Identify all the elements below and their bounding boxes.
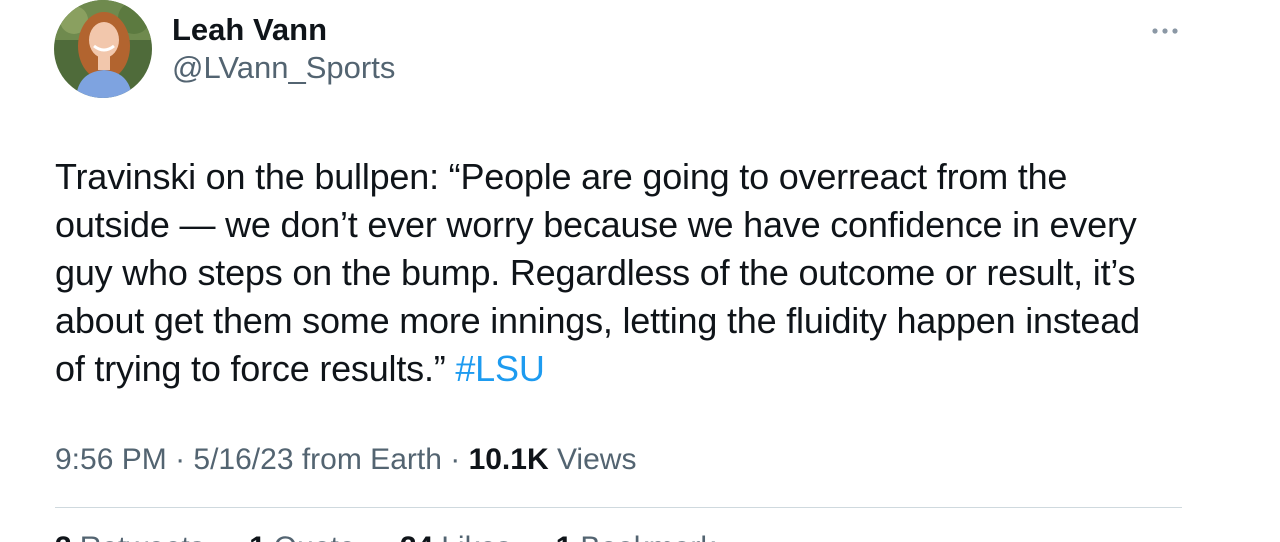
engagement-stats: 3 Retweets 1 Quote 24 Likes 1 Bookmark xyxy=(55,528,751,542)
tweet-text: Travinski on the bullpen: “People are go… xyxy=(55,153,1185,393)
tweet-metadata: 9:56 PM · 5/16/23 from Earth · 10.1K Vie… xyxy=(55,443,637,476)
views-label: Views xyxy=(556,443,637,476)
retweets-label: Retweets xyxy=(80,531,205,542)
tweet-text-line: Travinski on the bullpen: “People are go… xyxy=(55,156,1068,197)
quotes-label: Quote xyxy=(274,531,356,542)
avatar[interactable] xyxy=(54,0,152,98)
tweet: Leah Vann @LVann_Sports Travinski on the… xyxy=(0,0,1280,542)
tweet-text-line: of trying to force results.” xyxy=(55,348,446,389)
tweet-text-line: guy who steps on the bump. Regardless of… xyxy=(55,252,1136,293)
quotes-count: 1 xyxy=(249,531,266,542)
hashtag-link[interactable]: #LSU xyxy=(455,348,544,389)
author-display-name[interactable]: Leah Vann xyxy=(172,10,327,50)
bookmarks-count: 1 xyxy=(556,531,573,542)
views-count: 10.1K xyxy=(468,443,549,476)
likes-count: 24 xyxy=(400,531,433,542)
tweet-time[interactable]: 9:56 PM xyxy=(55,443,167,476)
likes-label: Likes xyxy=(441,531,511,542)
quotes-stat[interactable]: 1 Quote xyxy=(249,531,373,542)
tweet-text-line: outside — we don’t ever worry because we… xyxy=(55,204,1137,245)
likes-stat[interactable]: 24 Likes xyxy=(400,531,529,542)
author-handle[interactable]: @LVann_Sports xyxy=(172,48,395,88)
bookmarks-label: Bookmark xyxy=(580,531,715,542)
tweet-date[interactable]: 5/16/23 xyxy=(193,443,293,476)
retweets-stat[interactable]: 3 Retweets xyxy=(55,531,223,542)
tweet-source: from Earth xyxy=(301,443,442,476)
more-horizontal-icon xyxy=(1152,28,1178,34)
divider xyxy=(55,507,1182,508)
tweet-text-line: about get them some more innings, lettin… xyxy=(55,300,1140,341)
bookmarks-stat[interactable]: 1 Bookmark xyxy=(556,531,734,542)
more-options-button[interactable] xyxy=(1148,20,1182,42)
retweets-count: 3 xyxy=(55,531,72,542)
tweet-text-last-line: of trying to force results.” #LSU xyxy=(55,345,1185,393)
avatar-image xyxy=(54,0,152,98)
